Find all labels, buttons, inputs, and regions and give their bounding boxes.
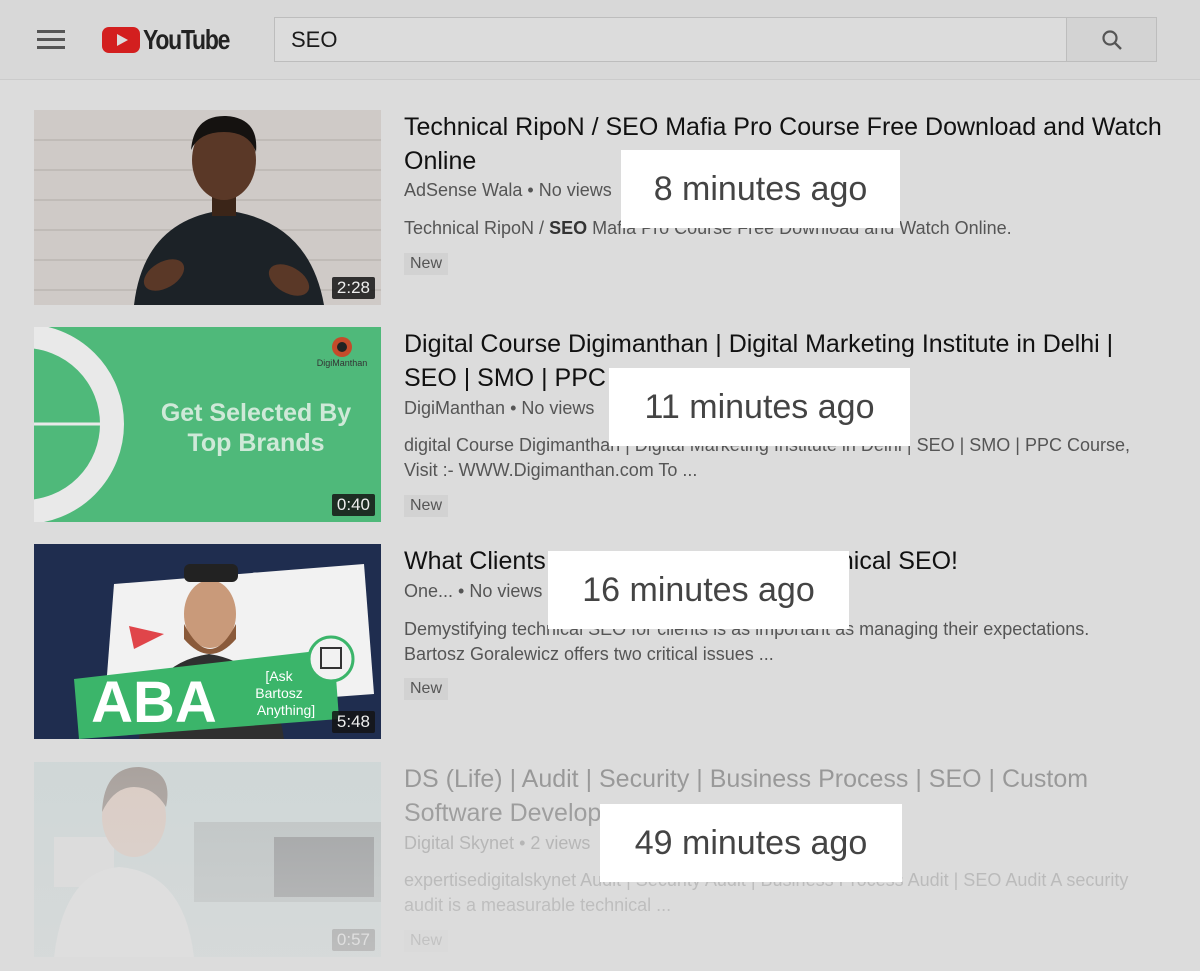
search-button[interactable]	[1066, 18, 1156, 61]
upload-time-overlay: 8 minutes ago	[621, 150, 900, 228]
view-count: No views	[521, 398, 595, 418]
video-duration: 0:40	[331, 494, 375, 516]
video-meta: DigiManthan • No views	[404, 398, 595, 418]
upload-time-overlay: 49 minutes ago	[600, 804, 902, 882]
thumbnail-subtext: Anything]	[257, 702, 315, 718]
view-count: 2 views	[530, 833, 591, 853]
thumbnail-brand-text: DigiManthan	[317, 358, 368, 368]
top-bar: YouTube	[0, 0, 1200, 80]
upload-time-overlay: 11 minutes ago	[609, 368, 910, 446]
thumbnail-headline: Top Brands	[187, 429, 324, 457]
logo-text: YouTube	[143, 24, 230, 55]
video-duration: 2:28	[331, 277, 375, 299]
channel-name[interactable]: One...	[404, 581, 453, 601]
hamburger-menu-icon[interactable]	[37, 30, 65, 50]
description-line: Visit :- WWW.Digimanthan.com To ...	[404, 460, 698, 480]
search-icon	[1101, 29, 1122, 50]
channel-name[interactable]: Digital Skynet	[404, 833, 514, 853]
video-thumbnail[interactable]: 0:57	[34, 762, 381, 957]
video-meta: AdSense Wala • No views	[404, 180, 612, 200]
thumbnail-headline: ABA	[91, 670, 217, 735]
channel-name[interactable]: DigiManthan	[404, 398, 505, 418]
youtube-logo[interactable]: YouTube	[102, 24, 248, 56]
description-line: Bartosz Goralewicz offers two critical i…	[404, 644, 774, 664]
new-badge: New	[404, 678, 449, 700]
video-meta: Digital Skynet • 2 views	[404, 833, 591, 853]
new-badge: New	[404, 930, 449, 952]
video-result[interactable]: DigiManthan Get Selected By Top Brands 0…	[34, 327, 1174, 523]
video-thumbnail[interactable]: DigiManthan Get Selected By Top Brands 0…	[34, 327, 381, 522]
thumbnail-brand-text: ONELY	[247, 568, 331, 593]
youtube-play-icon	[102, 27, 140, 53]
upload-time-overlay: 16 minutes ago	[548, 551, 849, 629]
description-text: Technical RipoN /	[404, 218, 550, 238]
thumbnail-subtext: [Ask	[265, 668, 293, 684]
video-thumbnail[interactable]: 2:28	[34, 110, 381, 305]
view-count: No views	[538, 180, 612, 200]
video-duration: 5:48	[331, 711, 375, 733]
video-thumbnail[interactable]: ONELY ABA [Ask Bartosz Anything] 5:48	[34, 544, 381, 739]
video-result[interactable]: 2:28 Technical RipoN / SEO Mafia Pro Cou…	[34, 110, 1174, 306]
search-bar	[274, 17, 1157, 62]
description-highlight: SEO	[549, 218, 588, 238]
new-badge: New	[404, 253, 449, 275]
video-meta: One... • No views	[404, 581, 543, 601]
search-input[interactable]	[275, 18, 1066, 61]
channel-name[interactable]: AdSense Wala	[404, 180, 522, 200]
video-duration: 0:57	[331, 929, 375, 951]
thumbnail-headline: Get Selected By	[161, 399, 351, 427]
new-badge: New	[404, 495, 449, 517]
description-line: audit is a measurable technical ...	[404, 895, 672, 915]
view-count: No views	[469, 581, 543, 601]
thumbnail-subtext: Bartosz	[255, 685, 302, 701]
